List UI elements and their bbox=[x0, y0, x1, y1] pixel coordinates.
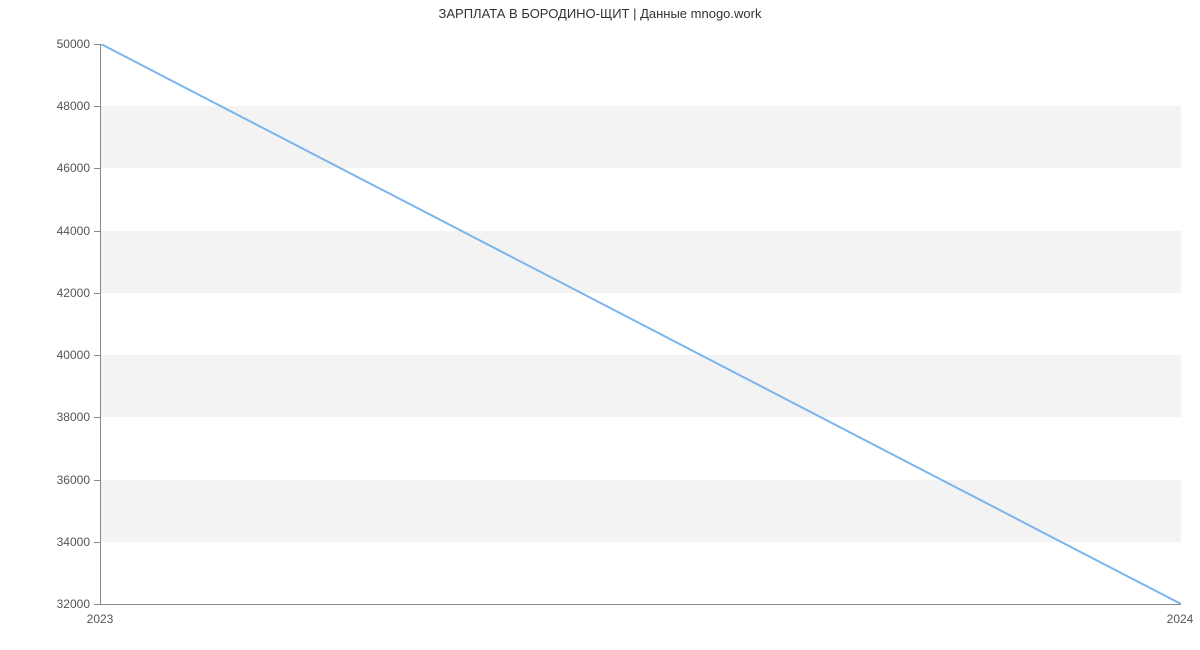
series-line bbox=[101, 44, 1181, 604]
y-tick-label: 48000 bbox=[57, 99, 100, 113]
y-tick-label: 44000 bbox=[57, 224, 100, 238]
y-tick-label: 46000 bbox=[57, 161, 100, 175]
chart-area: 3200034000360003800040000420004400046000… bbox=[100, 44, 1180, 604]
x-tick-label: 2024 bbox=[1167, 604, 1194, 626]
chart-title: ЗАРПЛАТА В БОРОДИНО-ЩИТ | Данные mnogo.w… bbox=[0, 0, 1200, 24]
y-tick-label: 40000 bbox=[57, 348, 100, 362]
x-tick-label: 2023 bbox=[87, 604, 114, 626]
plot-area bbox=[100, 44, 1181, 605]
line-layer bbox=[101, 44, 1181, 604]
y-tick-label: 50000 bbox=[57, 37, 100, 51]
y-tick-label: 36000 bbox=[57, 473, 100, 487]
y-tick-label: 38000 bbox=[57, 410, 100, 424]
y-tick-label: 42000 bbox=[57, 286, 100, 300]
y-tick-label: 34000 bbox=[57, 535, 100, 549]
